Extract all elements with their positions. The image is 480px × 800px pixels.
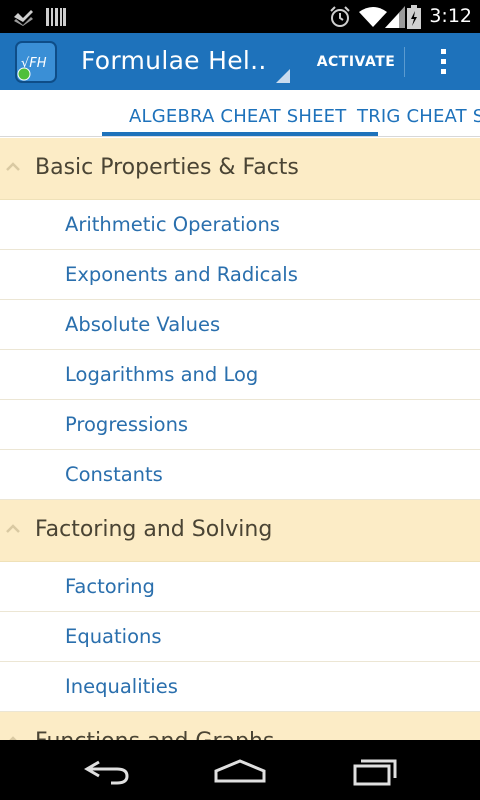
home-icon[interactable] <box>210 754 270 788</box>
barcode-icon <box>46 8 66 26</box>
list-item-constants[interactable]: Constants <box>0 450 480 500</box>
chevron-up-icon <box>6 524 20 533</box>
action-bar-divider <box>404 47 405 77</box>
activate-button[interactable]: ACTIVATE <box>308 33 404 90</box>
alarm-icon <box>330 6 350 27</box>
back-icon[interactable] <box>77 754 137 788</box>
group-functions-and-graphs[interactable]: Functions and Graphs <box>0 712 480 740</box>
app-logo-icon[interactable]: √FH <box>14 41 58 83</box>
group-basic-properties[interactable]: Basic Properties & Facts <box>0 138 480 200</box>
list-item-label: Equations <box>65 625 162 648</box>
list-item-label: Absolute Values <box>65 313 221 336</box>
chevron-up-icon <box>6 162 20 171</box>
tab-trig-cheat-sheet[interactable]: TRIG CHEAT S <box>357 106 480 127</box>
tab-selected-indicator <box>102 132 378 136</box>
group-title: Basic Properties & Facts <box>35 155 299 180</box>
recent-apps-icon[interactable] <box>345 754 405 788</box>
signal-icon <box>385 6 405 28</box>
wifi-icon <box>359 7 387 27</box>
list-item-label: Progressions <box>65 413 189 436</box>
navigation-bar <box>0 740 480 800</box>
list-item-label: Constants <box>65 463 163 486</box>
list-item-label: Factoring <box>65 575 155 598</box>
clock: 3:12 <box>429 5 472 27</box>
list-item-progressions[interactable]: Progressions <box>0 400 480 450</box>
formula-list: Basic Properties & Facts Arithmetic Oper… <box>0 138 480 740</box>
app-title[interactable]: Formulae Hel.. <box>81 46 267 75</box>
overflow-menu-icon[interactable] <box>424 33 462 90</box>
list-item-logarithms-and-log[interactable]: Logarithms and Log <box>0 350 480 400</box>
group-title: Functions and Graphs <box>35 729 274 740</box>
list-item-label: Exponents and Radicals <box>65 263 298 286</box>
title-spinner-indicator <box>276 69 290 83</box>
check-icon <box>14 10 33 26</box>
tab-algebra-cheat-sheet[interactable]: ALGEBRA CHEAT SHEET <box>129 106 346 127</box>
list-item-label: Arithmetic Operations <box>65 213 280 236</box>
list-item-exponents-and-radicals[interactable]: Exponents and Radicals <box>0 250 480 300</box>
list-item-absolute-values[interactable]: Absolute Values <box>0 300 480 350</box>
list-item-inequalities[interactable]: Inequalities <box>0 662 480 712</box>
list-item-label: Logarithms and Log <box>65 363 259 386</box>
action-bar: √FH Formulae Hel.. ACTIVATE <box>0 33 480 90</box>
group-title: Factoring and Solving <box>35 517 273 542</box>
list-item-arithmetic-operations[interactable]: Arithmetic Operations <box>0 200 480 250</box>
list-item-equations[interactable]: Equations <box>0 612 480 662</box>
list-item-label: Inequalities <box>65 675 178 698</box>
status-bar: 3:12 <box>0 0 480 33</box>
list-item-factoring[interactable]: Factoring <box>0 562 480 612</box>
group-factoring-and-solving[interactable]: Factoring and Solving <box>0 500 480 562</box>
battery-icon <box>407 5 421 29</box>
tab-strip: ALGEBRA CHEAT SHEET TRIG CHEAT S <box>0 90 480 137</box>
